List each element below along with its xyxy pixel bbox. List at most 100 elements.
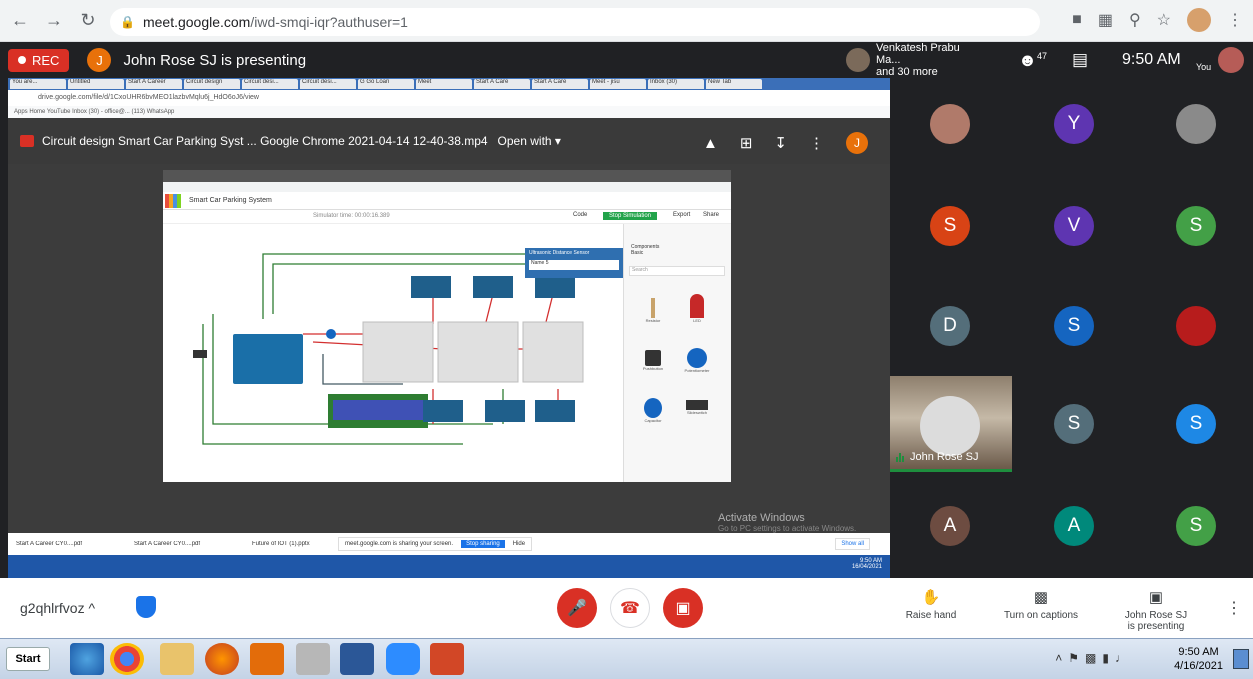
participant-tile-v[interactable]: V — [1054, 206, 1094, 246]
people-count: 47 — [1036, 51, 1047, 61]
end-call-button[interactable]: ☎ — [610, 588, 650, 628]
chat-icon[interactable]: ▤ — [1072, 50, 1088, 70]
presenting-bar: REC J John Rose SJ is presenting — [0, 42, 890, 78]
word-icon[interactable] — [340, 643, 374, 675]
components-search: Search — [629, 266, 725, 276]
back-icon[interactable]: ← — [6, 7, 34, 35]
you-label: You — [1196, 62, 1212, 72]
potentiometer-icon — [687, 348, 707, 368]
people-icon: ☻ — [1018, 50, 1037, 70]
captions-icon: ▩ — [1033, 589, 1049, 606]
rec-dot-icon — [18, 56, 26, 64]
more-icon: ⋮ — [809, 135, 824, 152]
present-icon: ▣ — [1148, 589, 1164, 606]
participant-tile-s1[interactable]: S — [930, 206, 970, 246]
windows-taskbar: Start ˄⚑▩▮♩ 9:50 AM 4/16/2021 — [0, 638, 1253, 679]
participant-tile-a1[interactable]: A — [930, 506, 970, 546]
participant-tile-s3[interactable]: S — [1054, 306, 1094, 346]
inner-tab: Meet — [416, 79, 472, 89]
speaking-indicator-icon — [896, 452, 904, 462]
inner-stop-sharing: Stop sharing — [461, 540, 505, 548]
more-options-icon[interactable]: ⋮ — [1226, 598, 1242, 618]
open-with-button: Open with ▾ — [497, 134, 561, 148]
powerpoint-icon[interactable] — [430, 643, 464, 675]
participant-tile-y[interactable]: Y — [1054, 104, 1094, 144]
resistor-icon — [651, 298, 655, 318]
camera-indicator-icon[interactable]: ■ — [1072, 11, 1082, 29]
firefox-icon[interactable] — [205, 643, 239, 675]
system-tray[interactable]: ˄⚑▩▮♩ — [1055, 651, 1133, 665]
export-button: Export — [673, 212, 691, 218]
component-pushbutton: Pushbutton — [633, 350, 673, 371]
participant-tile-s5[interactable]: S — [1176, 404, 1216, 444]
presenting-button[interactable]: ▣ John Rose SJ is presenting — [1116, 588, 1196, 632]
snipping-tool-icon[interactable] — [296, 643, 330, 675]
shield-icon[interactable] — [136, 596, 156, 618]
reload-icon[interactable]: ↻ — [74, 7, 102, 35]
participant-names: Venkatesh Prabu Ma... and 30 more — [876, 42, 976, 78]
speaker-photo — [920, 396, 980, 456]
raise-hand-label: Raise hand — [905, 610, 957, 621]
meet-controls-bar: g2qhlrfvoz ^ 🎤 ☎ ▣ ✋ Raise hand ▩ Turn o… — [0, 578, 1253, 638]
raise-hand-button[interactable]: ✋ Raise hand — [896, 588, 966, 621]
video-player: Smart Car Parking System Simulator time:… — [163, 170, 731, 482]
mic-off-button[interactable]: 🎤 — [557, 588, 597, 628]
ie-icon[interactable] — [70, 643, 104, 675]
show-desktop-button[interactable] — [1233, 649, 1249, 669]
taskbar-clock[interactable]: 9:50 AM 4/16/2021 — [1174, 645, 1223, 673]
captions-label: Turn on captions — [1003, 610, 1079, 621]
captions-button[interactable]: ▩ Turn on captions — [996, 588, 1086, 621]
inner-tab: Inbox (30) — [648, 79, 704, 89]
start-button[interactable]: Start — [6, 647, 50, 671]
url-host: meet.google.com — [142, 14, 251, 30]
tinkercad-toolbar: Simulator time: 00:00:16.389 Code Stop S… — [163, 210, 731, 224]
participant-photo-3[interactable] — [1176, 306, 1216, 346]
people-button[interactable]: ☻47 — [1018, 50, 1047, 71]
led-icon — [690, 294, 704, 318]
inner-hide: Hide — [512, 541, 526, 547]
meeting-code[interactable]: g2qhlrfvoz ^ — [20, 600, 95, 616]
profile-avatar[interactable] — [1187, 8, 1211, 32]
participant-tile-s2[interactable]: S — [1176, 206, 1216, 246]
components-label: Components Basic — [631, 244, 660, 256]
address-bar[interactable]: 🔒 meet.google.com/iwd-smqi-iqr?authuser=… — [110, 8, 1040, 36]
names-line2: and 30 more — [876, 66, 938, 78]
video-file-icon — [20, 135, 34, 147]
inner-clock: 9:50 AM 16/04/2021 — [851, 558, 882, 570]
file-explorer-icon[interactable] — [160, 643, 194, 675]
inner-tab: You are... — [10, 79, 66, 89]
self-avatar — [1218, 47, 1244, 73]
participant-tile-d[interactable]: D — [930, 306, 970, 346]
zoom-icon[interactable]: ⚲ — [1129, 10, 1141, 30]
tinkercad-header: Smart Car Parking System — [163, 192, 731, 210]
menu-kebab-icon[interactable]: ⋮ — [1227, 10, 1243, 30]
inner-bookmarks: Apps Home YouTube Inbox (30) - office@..… — [8, 106, 890, 118]
component-potentiometer: Potentiometer — [677, 348, 717, 373]
ppt-viewer-icon[interactable] — [250, 643, 284, 675]
inner-tab: Circuit design — [184, 79, 240, 89]
url-path: /iwd-smqi-iqr?authuser=1 — [250, 14, 408, 30]
presenting-line1: John Rose SJ — [1124, 610, 1188, 621]
camera-off-button[interactable]: ▣ — [663, 588, 703, 628]
presenting-line2: is presenting — [1127, 621, 1185, 632]
inner-tab: Start A Career — [126, 79, 182, 89]
cast-icon[interactable]: ▦ — [1098, 10, 1113, 30]
zoom-app-icon[interactable] — [386, 643, 420, 675]
participant-photo-2[interactable] — [1176, 104, 1216, 144]
participant-tile-a2[interactable]: A — [1054, 506, 1094, 546]
participant-tile-s6[interactable]: S — [1176, 506, 1216, 546]
inner-tab-strip: You are... Untitled Start A Career Circu… — [8, 78, 890, 90]
chrome-icon[interactable] — [110, 643, 144, 675]
forward-icon[interactable]: → — [40, 7, 68, 35]
taskbar-date: 4/16/2021 — [1174, 660, 1223, 672]
component-capacitor: Capacitor — [633, 398, 673, 423]
bookmark-star-icon[interactable]: ☆ — [1157, 10, 1171, 30]
participant-tile-s4[interactable]: S — [1054, 404, 1094, 444]
inner-download-bar: Start A Career CY0....pdf Start A Career… — [8, 533, 890, 555]
pushbutton-icon — [645, 350, 661, 366]
inner-tab: Start A Care — [532, 79, 588, 89]
video-url-bar — [163, 182, 731, 192]
active-speaker-tile[interactable]: John Rose SJ — [890, 376, 1012, 472]
participant-photo-1[interactable] — [930, 104, 970, 144]
download-item: Start A Career CY0....pdf — [134, 541, 201, 547]
